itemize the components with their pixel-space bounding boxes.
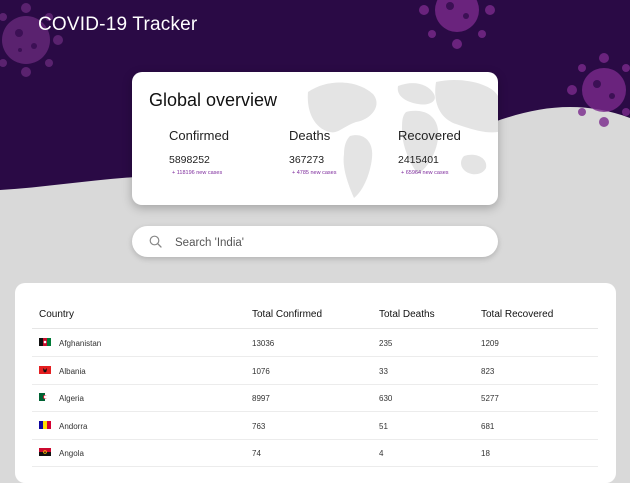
stat-new-cases: + 4785 new cases — [292, 170, 337, 176]
country-name: Angola — [59, 449, 84, 458]
virus-decoration — [419, 0, 495, 49]
albania-flag-icon — [39, 366, 51, 374]
total-recovered: 823 — [481, 367, 495, 376]
total-recovered: 18 — [481, 449, 490, 458]
total-recovered: 681 — [481, 422, 495, 431]
recovered-stat: Recovered 2415401 + 65964 new cases — [398, 128, 461, 176]
total-recovered: 5277 — [481, 394, 499, 403]
stat-label: Recovered — [398, 128, 461, 143]
country-name: Afghanistan — [59, 339, 102, 348]
total-confirmed: 8997 — [252, 394, 270, 403]
total-confirmed: 74 — [252, 449, 261, 458]
virus-decoration — [567, 53, 630, 127]
country-name: Albania — [59, 367, 86, 376]
countries-table: Country Total Confirmed Total Deaths Tot… — [15, 283, 616, 483]
table-row[interactable]: Afghanistan 13036 235 1209 — [32, 329, 598, 357]
andorra-flag-icon — [39, 421, 51, 429]
column-header-total-deaths[interactable]: Total Deaths — [379, 309, 435, 320]
table-row[interactable]: Albania 1076 33 823 — [32, 357, 598, 385]
total-confirmed: 1076 — [252, 367, 270, 376]
total-deaths: 33 — [379, 367, 388, 376]
total-deaths: 51 — [379, 422, 388, 431]
column-header-country[interactable]: Country — [39, 309, 74, 320]
table-row[interactable]: Andorra 763 51 681 — [32, 412, 598, 440]
global-overview-card: Global overview Confirmed 5898252 + 1181… — [132, 72, 498, 205]
stat-new-cases: + 65964 new cases — [401, 170, 449, 176]
stat-label: Deaths — [289, 128, 331, 143]
stat-value: 367273 — [289, 154, 325, 166]
virus-decoration — [0, 3, 63, 77]
stat-value: 5898252 — [169, 154, 210, 166]
search-icon[interactable] — [149, 235, 162, 248]
total-confirmed: 763 — [252, 422, 266, 431]
country-name: Andorra — [59, 422, 88, 431]
table-row[interactable]: Angola 74 4 18 — [32, 439, 598, 467]
afghanistan-flag-icon — [39, 338, 51, 346]
total-deaths: 235 — [379, 339, 393, 348]
stat-label: Confirmed — [169, 128, 229, 143]
stat-new-cases: + 118196 new cases — [172, 170, 223, 176]
total-deaths: 4 — [379, 449, 384, 458]
country-name: Algeria — [59, 394, 84, 403]
total-confirmed: 13036 — [252, 339, 275, 348]
deaths-stat: Deaths 367273 + 4785 new cases — [289, 128, 337, 176]
search-bar[interactable] — [132, 226, 498, 257]
column-header-total-confirmed[interactable]: Total Confirmed — [252, 309, 322, 320]
total-deaths: 630 — [379, 394, 393, 403]
search-input[interactable] — [173, 232, 477, 253]
app-title: COVID-19 Tracker — [38, 14, 198, 35]
angola-flag-icon — [39, 448, 51, 456]
confirmed-stat: Confirmed 5898252 + 118196 new cases — [169, 128, 229, 176]
stat-value: 2415401 — [398, 154, 439, 166]
total-recovered: 1209 — [481, 339, 499, 348]
table-row[interactable]: Algeria 8997 630 5277 — [32, 384, 598, 412]
overview-title: Global overview — [149, 90, 278, 110]
column-header-total-recovered[interactable]: Total Recovered — [481, 309, 553, 320]
algeria-flag-icon — [39, 393, 51, 401]
